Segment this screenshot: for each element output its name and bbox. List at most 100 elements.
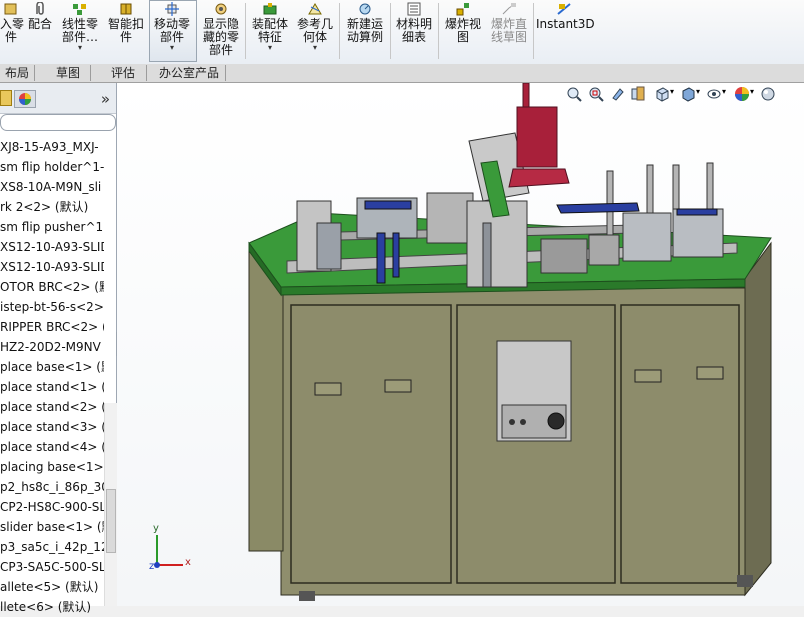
tree-item[interactable]: p3_sa5c_i_42p_12_: [0, 537, 104, 557]
tree-item[interactable]: placing base<1>: [0, 457, 104, 477]
bom-button[interactable]: 材料明 细表: [393, 0, 435, 62]
property-manager-tab[interactable]: [0, 90, 12, 106]
graphics-area[interactable]: ▾ ▾ ▾ ▾ y x z: [117, 83, 804, 606]
paperclip-icon: [36, 2, 44, 15]
reference-geometry-button[interactable]: 参考几 何体 ▾: [294, 0, 336, 62]
feature-manager-panel: » XJ8-15-A93_MXJ-sm flip holder^1- XS8-10…: [0, 83, 117, 614]
ribbon-separator: [339, 3, 340, 59]
appearance-tab-icon[interactable]: [14, 90, 36, 108]
ribbon-separator: [533, 3, 534, 59]
station-frame: [482, 222, 492, 288]
ribbon-separator: [390, 3, 391, 59]
cabinet-door-right: [620, 304, 740, 584]
tab-layout[interactable]: 布局: [0, 65, 35, 81]
tree-item[interactable]: allete<5> (默认): [0, 577, 104, 597]
cad-model-render: [248, 83, 772, 601]
blue-tray: [556, 202, 640, 214]
tree-scrollbar[interactable]: [104, 403, 117, 606]
red-gripper-body: [516, 106, 558, 168]
tree-item[interactable]: place stand<3> (: [0, 417, 104, 437]
tree-item[interactable]: XS8-10A-M9N_sli: [0, 177, 104, 197]
scrollbar-thumb[interactable]: [106, 489, 116, 553]
station-frame: [316, 222, 342, 270]
tree-item[interactable]: place base<1> (默: [0, 357, 104, 377]
motion-study-icon: [359, 3, 371, 15]
station-frame: [426, 192, 474, 244]
station-frame: [622, 212, 672, 262]
collapse-panel-button[interactable]: »: [101, 90, 110, 108]
fixture-block: [588, 234, 620, 266]
tree-item[interactable]: CP2-HS8C-900-SLI: [0, 497, 104, 517]
door-handle: [696, 366, 724, 380]
chevron-down-icon[interactable]: ▾: [59, 44, 101, 52]
tree-item[interactable]: place stand<4> (: [0, 437, 104, 457]
tree-item[interactable]: istep-bt-56-s<2>: [0, 297, 104, 317]
smart-fasteners-button[interactable]: 智能扣 件: [104, 0, 148, 62]
door-handle: [314, 382, 342, 396]
tree-item[interactable]: HZ2-20D2-M9NV: [0, 337, 104, 357]
exploded-view-button[interactable]: 爆炸视 图: [441, 0, 485, 62]
move-component-button[interactable]: 移动零 部件 ▾: [150, 0, 194, 62]
fixture-block: [540, 238, 588, 274]
station-frame: [672, 208, 724, 258]
tree-item[interactable]: OTOR BRC<2> (默: [0, 277, 104, 297]
color-wheel-icon: [19, 93, 31, 105]
explode-line-sketch-button[interactable]: 爆炸直 线草图: [487, 0, 531, 62]
cabinet-foot: [299, 591, 315, 601]
chevron-down-icon[interactable]: ▾: [150, 44, 194, 52]
door-handle: [384, 379, 412, 393]
tree-item[interactable]: CP3-SA5C-500-SLI: [0, 557, 104, 577]
blue-cylinder: [392, 232, 400, 278]
blue-slide: [676, 208, 718, 216]
selector-switch: [547, 412, 565, 430]
triad-y-label: y: [153, 523, 159, 534]
tab-office-products[interactable]: 办公室产品: [153, 65, 226, 81]
triad-z-label: z: [149, 561, 155, 572]
chevron-down-icon[interactable]: ▾: [249, 44, 291, 52]
show-hidden-icon: [215, 3, 227, 15]
cabinet-left-panel: [248, 250, 284, 552]
panel-tabs: »: [0, 83, 116, 114]
tree-item[interactable]: XS12-10-A93-SLID: [0, 237, 104, 257]
tree-item[interactable]: place stand<2> (: [0, 397, 104, 417]
tree-item[interactable]: XJ8-15-A93_MXJ-: [0, 137, 104, 157]
insert-component-button[interactable]: 入零 件: [0, 0, 24, 62]
blue-slide: [364, 200, 412, 210]
blue-cylinder: [376, 232, 386, 284]
exploded-view-icon: [456, 3, 469, 16]
tree-item[interactable]: sm flip holder^1-: [0, 157, 104, 177]
mate-button[interactable]: 配合: [26, 0, 54, 62]
instant3d-button[interactable]: Instant3D: [536, 0, 595, 62]
smart-fasteners-icon: [120, 3, 132, 15]
tree-item[interactable]: slider base<1> (默: [0, 517, 104, 537]
tree-item[interactable]: rk 2<2> (默认): [0, 197, 104, 217]
indicator-light: [520, 419, 526, 425]
move-component-icon: [165, 2, 179, 16]
show-hidden-components-button[interactable]: 显示隐 藏的零 部件: [198, 0, 244, 62]
insert-part-icon: [4, 3, 17, 15]
ribbon-separator: [245, 3, 246, 59]
assembly-features-button[interactable]: 装配体 特征 ▾: [249, 0, 291, 62]
tab-sketch[interactable]: 草图: [46, 65, 91, 81]
indicator-light: [509, 419, 515, 425]
linear-pattern-button[interactable]: 线性零 部件… ▾: [59, 0, 101, 62]
new-motion-study-button[interactable]: 新建运 动算例: [343, 0, 387, 62]
tab-evaluate[interactable]: 评估: [100, 65, 147, 81]
command-manager-tabs: 布局 草图 评估 办公室产品: [0, 64, 804, 83]
tree-item[interactable]: p2_hs8c_i_86p_30_: [0, 477, 104, 497]
tree-filter-input[interactable]: [0, 114, 116, 131]
tree-item[interactable]: RIPPER BRC<2> (默: [0, 317, 104, 337]
tree-item[interactable]: place stand<1> (: [0, 377, 104, 397]
tree-item[interactable]: llete<6> (默认): [0, 597, 104, 617]
reference-geometry-icon: [308, 3, 322, 15]
door-handle: [634, 369, 662, 383]
cabinet-right-side: [744, 241, 772, 597]
red-gripper-fingers: [508, 168, 570, 188]
ribbon-separator: [438, 3, 439, 59]
command-manager-ribbon: 入零 件 配合 线性零 部件… ▾ 智能扣 件 移动零 部件 ▾ 显示隐 藏的零…: [0, 0, 804, 65]
chevron-down-icon[interactable]: ▾: [294, 44, 336, 52]
cabinet-foot: [737, 575, 753, 587]
tree-item[interactable]: XS12-10-A93-SLID: [0, 257, 104, 277]
tree-item[interactable]: sm flip pusher^1: [0, 217, 104, 237]
instant3d-icon: [557, 3, 571, 15]
